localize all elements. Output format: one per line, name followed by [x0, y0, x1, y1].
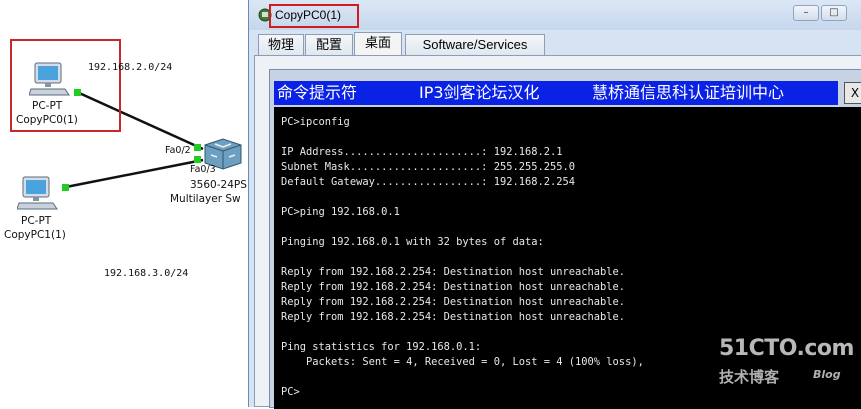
terminal-line: Reply from 192.168.2.254: Destination ho…	[281, 281, 626, 293]
tab-config[interactable]: 配置	[305, 34, 353, 55]
title-highlight-box	[269, 4, 359, 28]
network-label-192-168-2: 192.168.2.0/24	[88, 62, 173, 73]
terminal-line: PC>ipconfig	[281, 116, 350, 128]
terminal-line: Reply from 192.168.2.254: Destination ho…	[281, 266, 626, 278]
terminal-line: IP Address......................: 192.16…	[281, 146, 563, 158]
pc1-name-label: CopyPC1(1)	[4, 229, 66, 241]
pc-icon[interactable]	[17, 175, 59, 213]
link-light-sw-fa02	[194, 144, 201, 151]
pc-icon[interactable]	[29, 61, 71, 99]
pc0-name-label: CopyPC0(1)	[16, 114, 78, 126]
terminal-output: PC>ipconfig IP Address..................…	[281, 115, 644, 400]
link-light-sw-fa03	[194, 156, 201, 163]
watermark-subtext: 技术博客	[719, 368, 780, 386]
terminal-line: Reply from 192.168.2.254: Destination ho…	[281, 311, 626, 323]
network-label-192-168-3: 192.168.3.0/24	[104, 268, 189, 279]
terminal-line: Ping statistics for 192.168.0.1:	[281, 341, 482, 353]
tab-bar: 物理 配置 桌面 Software/Services	[249, 30, 861, 56]
terminal-line: Subnet Mask.....................: 255.25…	[281, 161, 576, 173]
site-watermark: 51CTO.com 技术博客 Blog	[719, 336, 859, 396]
tab-physical[interactable]: 物理	[258, 34, 304, 55]
device-window: CopyPC0(1) – □ 物理 配置 桌面 Software/Service…	[248, 0, 861, 409]
terminal-title-part: IP3剑客论坛汉化	[419, 83, 540, 102]
terminal-line: PC>ping 192.168.0.1	[281, 206, 400, 218]
terminal-line: Reply from 192.168.2.254: Destination ho…	[281, 296, 626, 308]
minimize-button[interactable]: –	[793, 5, 819, 21]
pc1-type-label: PC-PT	[21, 215, 52, 227]
port-label-fa02: Fa0/2	[165, 145, 191, 156]
topology-workspace[interactable]: PC-PT CopyPC0(1) 192.168.2.0/24 PC-PT Co…	[0, 0, 250, 407]
terminal-line: Pinging 192.168.0.1 with 32 bytes of dat…	[281, 236, 544, 248]
terminal-line: PC>	[281, 386, 300, 398]
switch-name-label: Multilayer Sw	[170, 193, 241, 205]
switch-model-label: 3560-24PS	[190, 179, 247, 191]
port-label-fa03: Fa0/3	[190, 164, 216, 175]
terminal-line: Packets: Sent = 4, Received = 0, Lost = …	[281, 356, 644, 368]
close-button[interactable]: X	[844, 82, 861, 104]
terminal-title-part: 命令提示符	[277, 83, 358, 102]
watermark-logo-text: 51CTO.com	[719, 336, 854, 361]
command-prompt-titlebar[interactable]: 命令提示符 IP3剑客论坛汉化 慧桥通信思科认证培训中心	[274, 81, 838, 105]
window-titlebar[interactable]: CopyPC0(1) – □	[249, 0, 861, 30]
maximize-button[interactable]: □	[821, 5, 847, 21]
tab-desktop[interactable]: 桌面	[354, 32, 402, 56]
tab-software-services[interactable]: Software/Services	[405, 34, 545, 55]
terminal-line: Default Gateway.................: 192.16…	[281, 176, 576, 188]
pc0-type-label: PC-PT	[32, 100, 63, 112]
link-pc1-switch	[65, 158, 204, 189]
terminal-title-part: 慧桥通信思科认证培训中心	[592, 83, 785, 102]
link-light-pc1	[62, 184, 69, 191]
watermark-blog-text: Blog	[813, 368, 841, 381]
